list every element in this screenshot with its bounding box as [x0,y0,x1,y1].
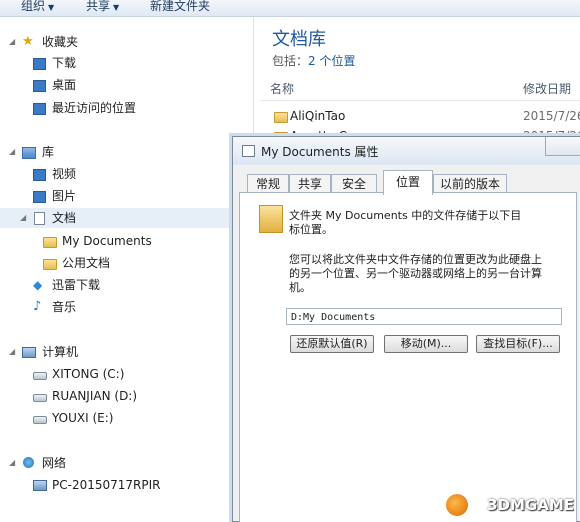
share-menu[interactable]: 共享 ▼ [86,0,119,14]
watermark-logo-icon [446,494,468,516]
tab-security[interactable]: 安全 [331,174,377,194]
nav-computer[interactable]: ◢ 计算机 [0,342,253,362]
nav-documents[interactable]: ◢ 文档 [0,208,253,228]
move-button[interactable]: 移动(M)... [384,335,468,353]
document-icon [242,145,255,157]
find-target-button[interactable]: 查找目标(F)... [476,335,560,353]
collapse-arrow-icon[interactable]: ◢ [9,32,15,52]
video-library-icon [33,169,46,181]
nav-public-documents[interactable]: 公用文档 [0,253,253,273]
library-title: 文档库 [272,29,326,50]
watermark: 3DMGAME [487,496,574,514]
nav-thunder-downloads[interactable]: ◆ 迅雷下载 [0,275,253,295]
column-date[interactable]: 修改日期 [523,80,571,97]
folder-icon [259,205,283,233]
move-description: 您可以将此文件夹中文件存储的位置更改为此硬盘上 的另一个位置、另一个驱动器或网络… [289,253,542,294]
library-includes: 包括：2 个位置 [272,54,356,68]
column-name[interactable]: 名称 [270,80,294,97]
chevron-down-icon: ▼ [48,3,55,12]
restore-default-button[interactable]: 还原默认值(R) [290,335,374,353]
nav-drive-d[interactable]: RUANJIAN (D:) [0,386,253,406]
folder-icon [274,112,288,123]
download-folder-icon [33,58,46,70]
nav-drive-e[interactable]: YOUXI (E:) [0,408,253,428]
properties-dialog: My Documents 属性 常规 共享 安全 位置 以前的版本 文件夹 My… [232,136,580,522]
nav-videos[interactable]: 视频 [0,164,253,184]
collapse-arrow-icon[interactable]: ◢ [9,342,15,362]
nav-network[interactable]: ◢ 网络 [0,453,253,473]
collapse-arrow-icon[interactable]: ◢ [9,453,15,473]
dialog-title: My Documents 属性 [261,145,379,159]
desktop-icon [33,80,46,92]
nav-my-documents[interactable]: My Documents [0,231,253,251]
computer-icon [22,347,36,358]
document-library-icon [34,212,45,225]
folder-icon [43,259,57,270]
nav-favorites[interactable]: ◢ ★ 收藏夹 [0,32,253,52]
new-folder-button[interactable]: 新建文件夹 [150,0,210,13]
network-icon [23,457,34,468]
close-button[interactable] [545,137,580,156]
tab-general[interactable]: 常规 [247,174,289,194]
file-row[interactable]: AliQinTao 2015/7/26 [260,106,580,126]
hard-drive-icon [33,394,47,402]
nav-desktop[interactable]: 桌面 [0,75,253,95]
nav-pictures[interactable]: 图片 [0,186,253,206]
collapse-arrow-icon[interactable]: ◢ [9,142,15,162]
nav-downloads[interactable]: 下载 [0,53,253,73]
locations-link[interactable]: 2 个位置 [308,54,355,68]
collapse-arrow-icon[interactable]: ◢ [20,208,26,228]
recent-places-icon [33,103,46,115]
nav-network-pc[interactable]: PC-20150717RPIR [0,475,253,495]
tab-previous-versions[interactable]: 以前的版本 [433,174,507,194]
folder-icon [43,237,57,248]
command-bar: 组织 ▼ 共享 ▼ 新建文件夹 [0,0,580,17]
thunder-icon: ◆ [33,278,43,292]
system-drive-icon [33,372,47,380]
column-header: 名称 修改日期 [260,74,580,101]
organize-menu[interactable]: 组织 ▼ [21,0,54,14]
star-icon: ★ [22,34,34,49]
music-note-icon: ♪ [33,299,42,314]
location-path-field[interactable]: D:My Documents [286,308,562,325]
navigation-pane: ◢ ★ 收藏夹 下载 桌面 最近访问的位置 ◢ 库 视频 图片 ◢ 文档 My … [0,17,254,520]
location-description: 文件夹 My Documents 中的文件存储于以下目 标位置。 [289,209,522,236]
tab-sharing[interactable]: 共享 [289,174,331,194]
nav-drive-c[interactable]: XITONG (C:) [0,364,253,384]
hard-drive-icon [33,416,47,424]
picture-library-icon [33,191,46,203]
tab-location[interactable]: 位置 [383,170,433,195]
nav-music[interactable]: ♪ 音乐 [0,297,253,317]
chevron-down-icon: ▼ [113,3,120,12]
computer-icon [33,480,47,491]
library-icon [22,147,36,159]
nav-recent[interactable]: 最近访问的位置 [0,98,253,118]
nav-libraries[interactable]: ◢ 库 [0,142,253,162]
tab-panel [239,192,577,522]
